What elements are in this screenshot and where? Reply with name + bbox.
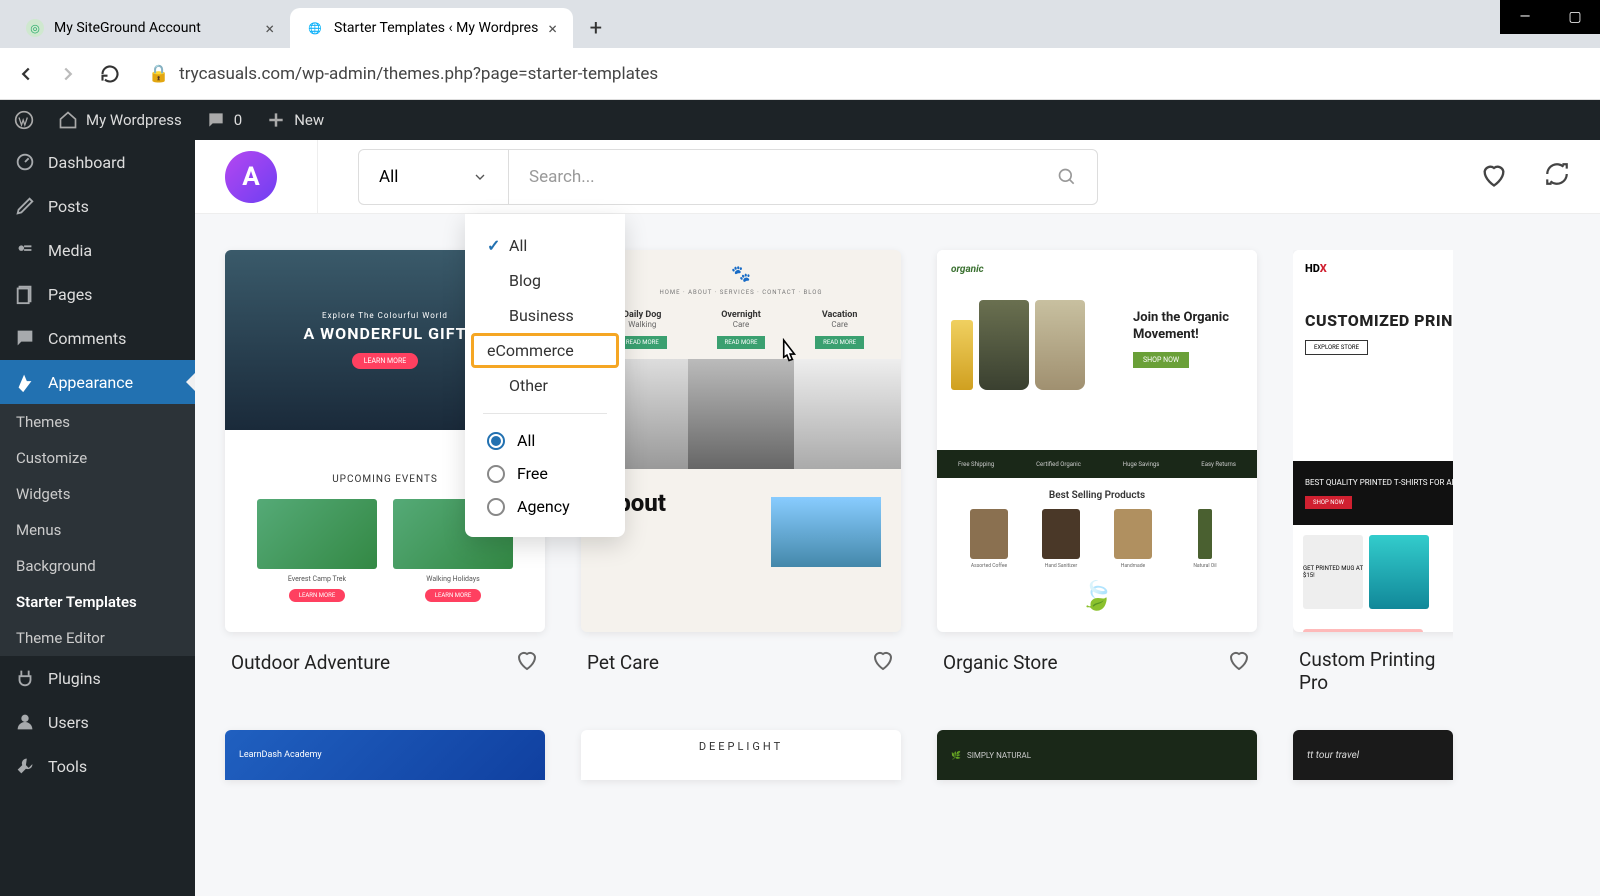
sub-background[interactable]: Background: [0, 548, 195, 584]
template-name: Outdoor Adventure: [231, 651, 390, 674]
wp-admin-bar: My Wordpress 0 New: [0, 100, 1600, 140]
template-card-organic[interactable]: organic Join the Organic Movement!SHOP N…: [937, 250, 1257, 694]
template-grid-row2: LearnDash Academy DEEPLIGHT 🌿SIMPLY NATU…: [195, 730, 1600, 780]
sidebar-item-appearance[interactable]: Appearance: [0, 360, 195, 404]
radio-icon: [487, 465, 505, 483]
sidebar-submenu: Themes Customize Widgets Menus Backgroun…: [0, 404, 195, 656]
filter-radio-agency[interactable]: Agency: [465, 490, 625, 523]
sidebar-item-dashboard[interactable]: Dashboard: [0, 140, 195, 184]
url-field[interactable]: 🔒 trycasuals.com/wp-admin/themes.php?pag…: [138, 64, 1588, 84]
heart-icon[interactable]: [1227, 648, 1251, 676]
favicon-icon: ◎: [26, 19, 44, 37]
new-label: New: [294, 111, 324, 129]
search-input[interactable]: [529, 167, 1057, 187]
comment-count: 0: [234, 111, 242, 129]
main-content: A All ✓All Blog Business eCo: [195, 140, 1600, 896]
category-select[interactable]: All: [359, 150, 509, 204]
sidebar-item-users[interactable]: Users: [0, 700, 195, 744]
template-thumb: HDX CUSTOMIZED PRINTED TEES EXPLORE STOR…: [1293, 250, 1453, 632]
template-card-tour-travel[interactable]: tt tour travel: [1293, 730, 1453, 780]
sub-menus[interactable]: Menus: [0, 512, 195, 548]
search-box: [509, 150, 1097, 204]
sub-themes[interactable]: Themes: [0, 404, 195, 440]
filter-opt-other[interactable]: Other: [465, 368, 625, 403]
reload-button[interactable]: [96, 60, 124, 88]
sidebar-item-plugins[interactable]: Plugins: [0, 656, 195, 700]
heart-icon[interactable]: [871, 648, 895, 676]
close-icon[interactable]: ×: [548, 19, 557, 38]
sub-theme-editor[interactable]: Theme Editor: [0, 620, 195, 656]
templates-topbar: A All: [195, 140, 1600, 214]
close-icon[interactable]: ×: [265, 19, 274, 38]
address-bar: 🔒 trycasuals.com/wp-admin/themes.php?pag…: [0, 48, 1600, 100]
chevron-down-icon: [472, 169, 488, 185]
filter-opt-business[interactable]: Business: [465, 298, 625, 333]
window-maximize[interactable]: ▢: [1550, 0, 1600, 34]
sub-widgets[interactable]: Widgets: [0, 476, 195, 512]
favorites-button[interactable]: [1480, 161, 1508, 193]
radio-icon: [487, 498, 505, 516]
filter-radio-free[interactable]: Free: [465, 457, 625, 490]
window-minimize[interactable]: —: [1500, 0, 1550, 34]
check-icon: ✓: [487, 236, 501, 255]
template-thumb: 🐾 HOME · ABOUT · SERVICES · CONTACT · BL…: [581, 250, 901, 632]
url-text: trycasuals.com/wp-admin/themes.php?page=…: [179, 64, 658, 84]
sub-starter-templates[interactable]: Starter Templates: [0, 584, 195, 620]
template-name: Custom Printing Pro: [1299, 648, 1447, 694]
search-group: All: [358, 149, 1098, 205]
template-name: Organic Store: [943, 651, 1058, 674]
top-actions: [1480, 161, 1570, 193]
site-link[interactable]: My Wordpress: [58, 110, 182, 130]
tab-title: Starter Templates ‹ My Wordpres: [334, 20, 538, 36]
browser-tab-2[interactable]: 🌐 Starter Templates ‹ My Wordpres ×: [290, 8, 573, 48]
template-name: Pet Care: [587, 651, 659, 674]
template-thumb: organic Join the Organic Movement!SHOP N…: [937, 250, 1257, 632]
new-tab-button[interactable]: +: [579, 11, 613, 45]
search-icon[interactable]: [1057, 167, 1077, 187]
sub-customize[interactable]: Customize: [0, 440, 195, 476]
category-selected: All: [379, 167, 398, 187]
template-card-custom-printing[interactable]: HDX CUSTOMIZED PRINTED TEES EXPLORE STOR…: [1293, 250, 1453, 694]
template-card-petcare[interactable]: 🐾 HOME · ABOUT · SERVICES · CONTACT · BL…: [581, 250, 901, 694]
lock-icon: 🔒: [148, 64, 169, 84]
tab-title: My SiteGround Account: [54, 20, 201, 36]
template-card-deeplight[interactable]: DEEPLIGHT: [581, 730, 901, 780]
category-dropdown: ✓All Blog Business eCommerce Other All F…: [465, 214, 625, 537]
radio-icon: [487, 432, 505, 450]
filter-opt-all[interactable]: ✓All: [465, 228, 625, 263]
forward-button[interactable]: [54, 60, 82, 88]
tab-strip: ◎ My SiteGround Account × 🌐 Starter Temp…: [0, 0, 1600, 48]
heart-icon[interactable]: [515, 648, 539, 676]
sidebar-item-pages[interactable]: Pages: [0, 272, 195, 316]
astra-logo-icon: A: [225, 151, 277, 203]
window-controls: — ▢: [1500, 0, 1600, 34]
sidebar-item-tools[interactable]: Tools: [0, 744, 195, 788]
new-link[interactable]: New: [266, 110, 324, 130]
template-grid: Explore The Colourful World A WONDERFUL …: [195, 214, 1600, 730]
sidebar-item-comments[interactable]: Comments: [0, 316, 195, 360]
sidebar-item-posts[interactable]: Posts: [0, 184, 195, 228]
back-button[interactable]: [12, 60, 40, 88]
sidebar-item-media[interactable]: Media: [0, 228, 195, 272]
site-name: My Wordpress: [86, 111, 182, 129]
admin-sidebar: Dashboard Posts Media Pages Comments App…: [0, 140, 195, 896]
filter-opt-ecommerce[interactable]: eCommerce: [471, 333, 619, 368]
globe-icon: 🌐: [306, 19, 324, 37]
template-card-simply-natural[interactable]: 🌿SIMPLY NATURAL: [937, 730, 1257, 780]
filter-radio-all[interactable]: All: [465, 424, 625, 457]
browser-tab-1[interactable]: ◎ My SiteGround Account ×: [10, 8, 290, 48]
sync-button[interactable]: [1544, 161, 1570, 193]
wp-logo[interactable]: [14, 110, 34, 130]
filter-opt-blog[interactable]: Blog: [465, 263, 625, 298]
template-card-learndash[interactable]: LearnDash Academy: [225, 730, 545, 780]
comments-link[interactable]: 0: [206, 110, 242, 130]
